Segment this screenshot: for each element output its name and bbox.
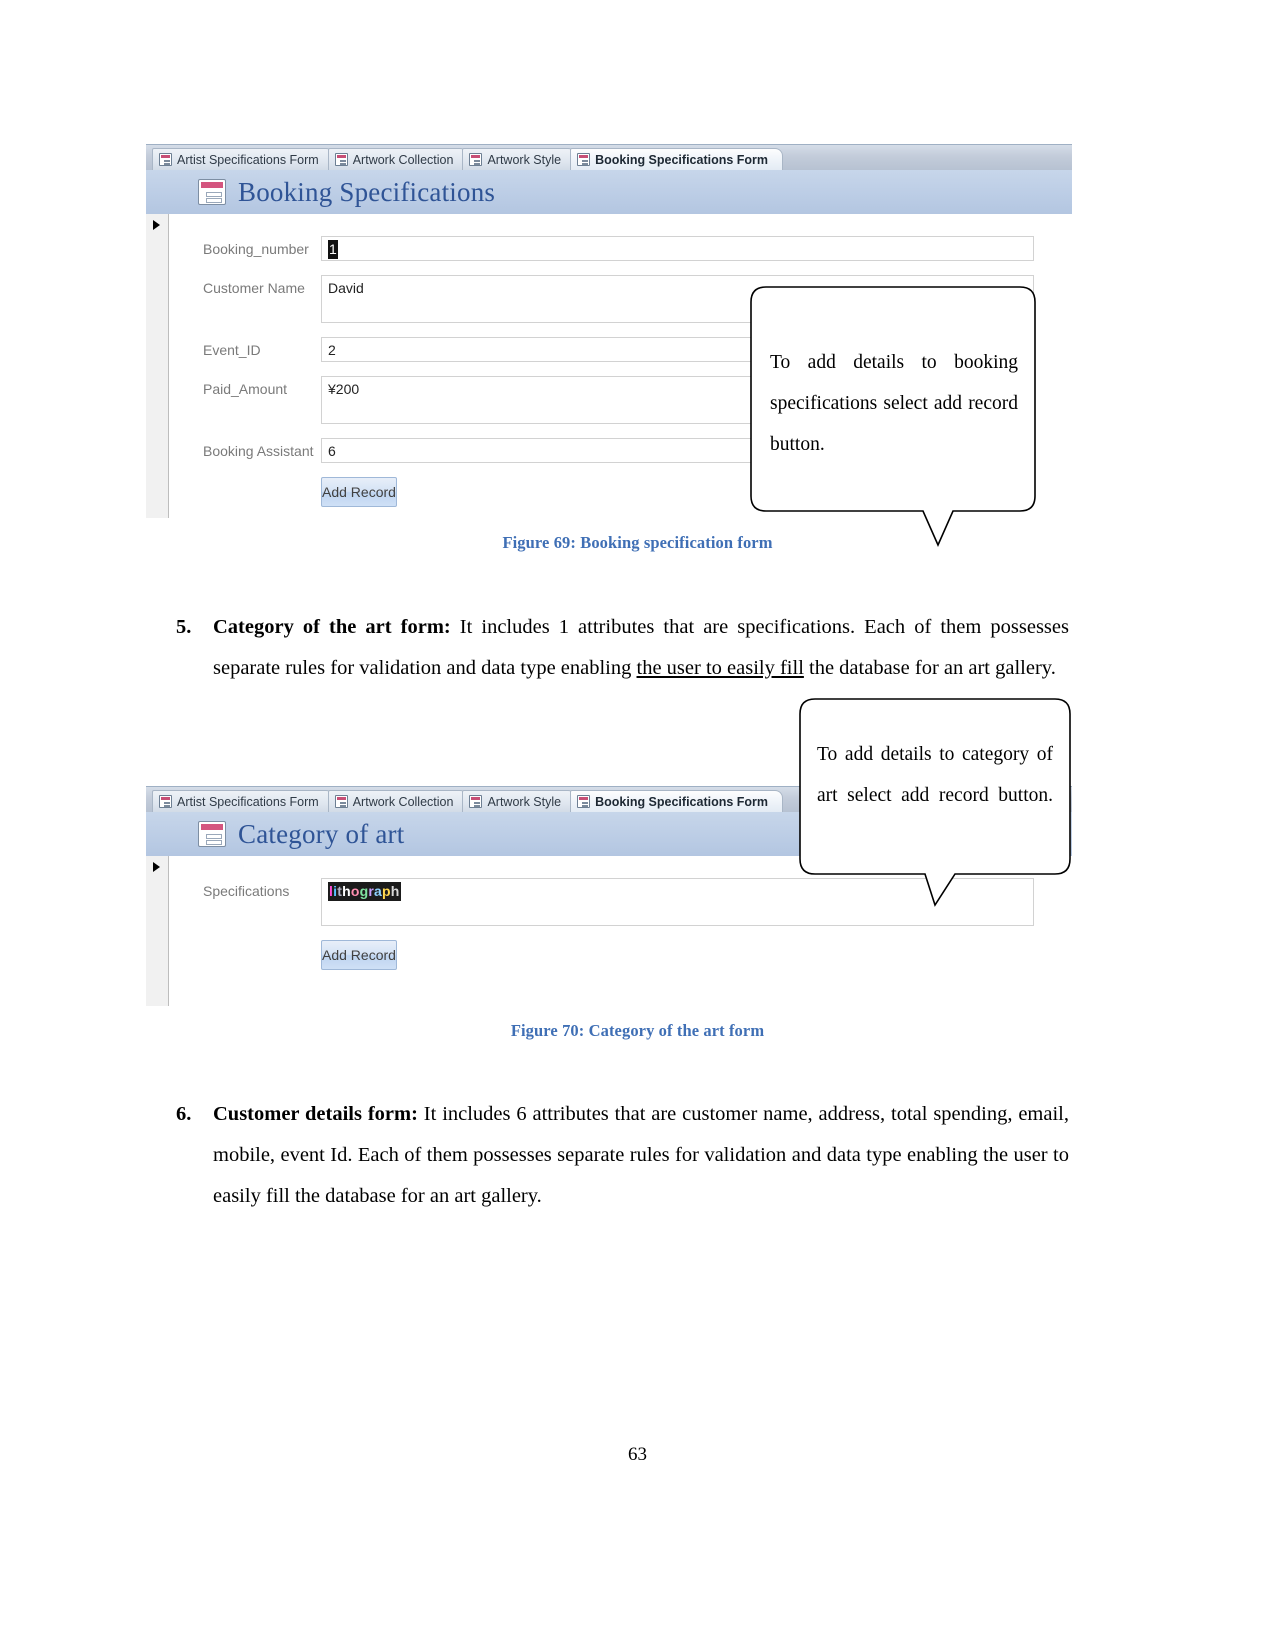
- tab-label: Artwork Style: [487, 152, 562, 167]
- figure-70-caption: Figure 70: Category of the art form: [510, 1021, 765, 1040]
- tab-artist-specifications-form[interactable]: Artist Specifications Form: [152, 790, 334, 812]
- callout-text: To add details to category of art select…: [817, 744, 1053, 806]
- form-title-icon: [198, 179, 226, 205]
- field-row-booking-number: Booking_number 1: [169, 236, 1072, 261]
- figure-69-caption: Figure 69: Booking specification form: [502, 533, 773, 552]
- field-row-add-record: Add Record: [169, 940, 1072, 970]
- record-selector-gutter[interactable]: [146, 214, 169, 518]
- field-label: Booking_number: [203, 241, 309, 257]
- tab-label: Artist Specifications Form: [177, 794, 319, 809]
- field-label: Customer Name: [203, 280, 305, 296]
- tab-booking-specifications-form[interactable]: Booking Specifications Form: [570, 148, 784, 170]
- tab-artwork-style[interactable]: Artwork Style: [462, 148, 577, 170]
- field-label-spacer: [169, 940, 321, 943]
- form-icon: [159, 795, 172, 808]
- callout-category: To add details to category of art select…: [797, 696, 1073, 907]
- callout-booking: To add details to booking specifications…: [748, 284, 1038, 547]
- booking-number-input[interactable]: 1: [321, 236, 1034, 261]
- field-label: Booking Assistant: [203, 443, 314, 459]
- field-value-selected: lithograph: [328, 882, 401, 901]
- add-record-button[interactable]: Add Record: [321, 940, 397, 970]
- document-page: Artist Specifications Form Artwork Colle…: [0, 0, 1275, 1651]
- record-arrow-icon: [153, 862, 160, 872]
- add-record-button[interactable]: Add Record: [321, 477, 397, 507]
- tab-label: Booking Specifications Form: [595, 152, 769, 167]
- field-label-spacer: [169, 477, 321, 480]
- tab-strip-booking: Artist Specifications Form Artwork Colle…: [146, 144, 1072, 170]
- paragraph-5-underlined: the user to easily fill: [636, 657, 804, 679]
- paragraph-6-body: Customer details form: It includes 6 att…: [213, 1094, 1069, 1217]
- paragraph-5: 5. Category of the art form: It includes…: [176, 607, 1069, 689]
- form-icon: [469, 795, 483, 808]
- form-icon: [159, 153, 172, 166]
- field-value: 2: [328, 342, 336, 358]
- field-label: Paid_Amount: [203, 381, 288, 397]
- form-icon: [577, 795, 591, 808]
- form-header-booking: Booking Specifications: [146, 170, 1072, 214]
- field-value: 6: [328, 443, 336, 459]
- page-number: 63: [628, 1444, 647, 1465]
- tab-label: Artwork Collection: [352, 794, 454, 809]
- record-selector-gutter[interactable]: [146, 856, 169, 1006]
- callout-text: To add details to booking specifications…: [770, 352, 1018, 455]
- form-icon: [577, 153, 591, 166]
- paragraph-6-number: 6.: [176, 1103, 192, 1125]
- field-value: David: [328, 280, 364, 296]
- paragraph-6: 6. Customer details form: It includes 6 …: [176, 1094, 1069, 1217]
- field-value: ¥200: [328, 381, 360, 397]
- tab-label: Booking Specifications Form: [595, 794, 769, 809]
- field-label: Event_ID: [203, 342, 261, 358]
- tab-artwork-collection[interactable]: Artwork Collection: [327, 790, 469, 812]
- field-value: 1: [328, 240, 338, 259]
- form-title: Booking Specifications: [238, 176, 496, 207]
- paragraph-5-body: Category of the art form: It includes 1 …: [213, 607, 1069, 689]
- tab-label: Artwork Collection: [352, 152, 454, 167]
- record-arrow-icon: [153, 220, 160, 230]
- tab-artwork-collection[interactable]: Artwork Collection: [327, 148, 469, 170]
- tab-artwork-style[interactable]: Artwork Style: [462, 790, 577, 812]
- paragraph-5-text-2: the database for an art gallery.: [803, 657, 1056, 679]
- form-title: Category of art: [238, 818, 405, 849]
- form-icon: [469, 153, 483, 166]
- paragraph-5-number: 5.: [176, 616, 192, 638]
- paragraph-5-heading: Category of the art form:: [213, 616, 451, 638]
- form-icon: [334, 153, 348, 166]
- tab-booking-specifications-form[interactable]: Booking Specifications Form: [570, 790, 784, 812]
- tab-label: Artist Specifications Form: [177, 152, 319, 167]
- paragraph-6-heading: Customer details form:: [213, 1103, 418, 1125]
- field-label: Specifications: [203, 883, 290, 899]
- tab-artist-specifications-form[interactable]: Artist Specifications Form: [152, 148, 334, 170]
- form-icon: [334, 795, 348, 808]
- form-title-icon: [198, 821, 226, 847]
- tab-label: Artwork Style: [487, 794, 562, 809]
